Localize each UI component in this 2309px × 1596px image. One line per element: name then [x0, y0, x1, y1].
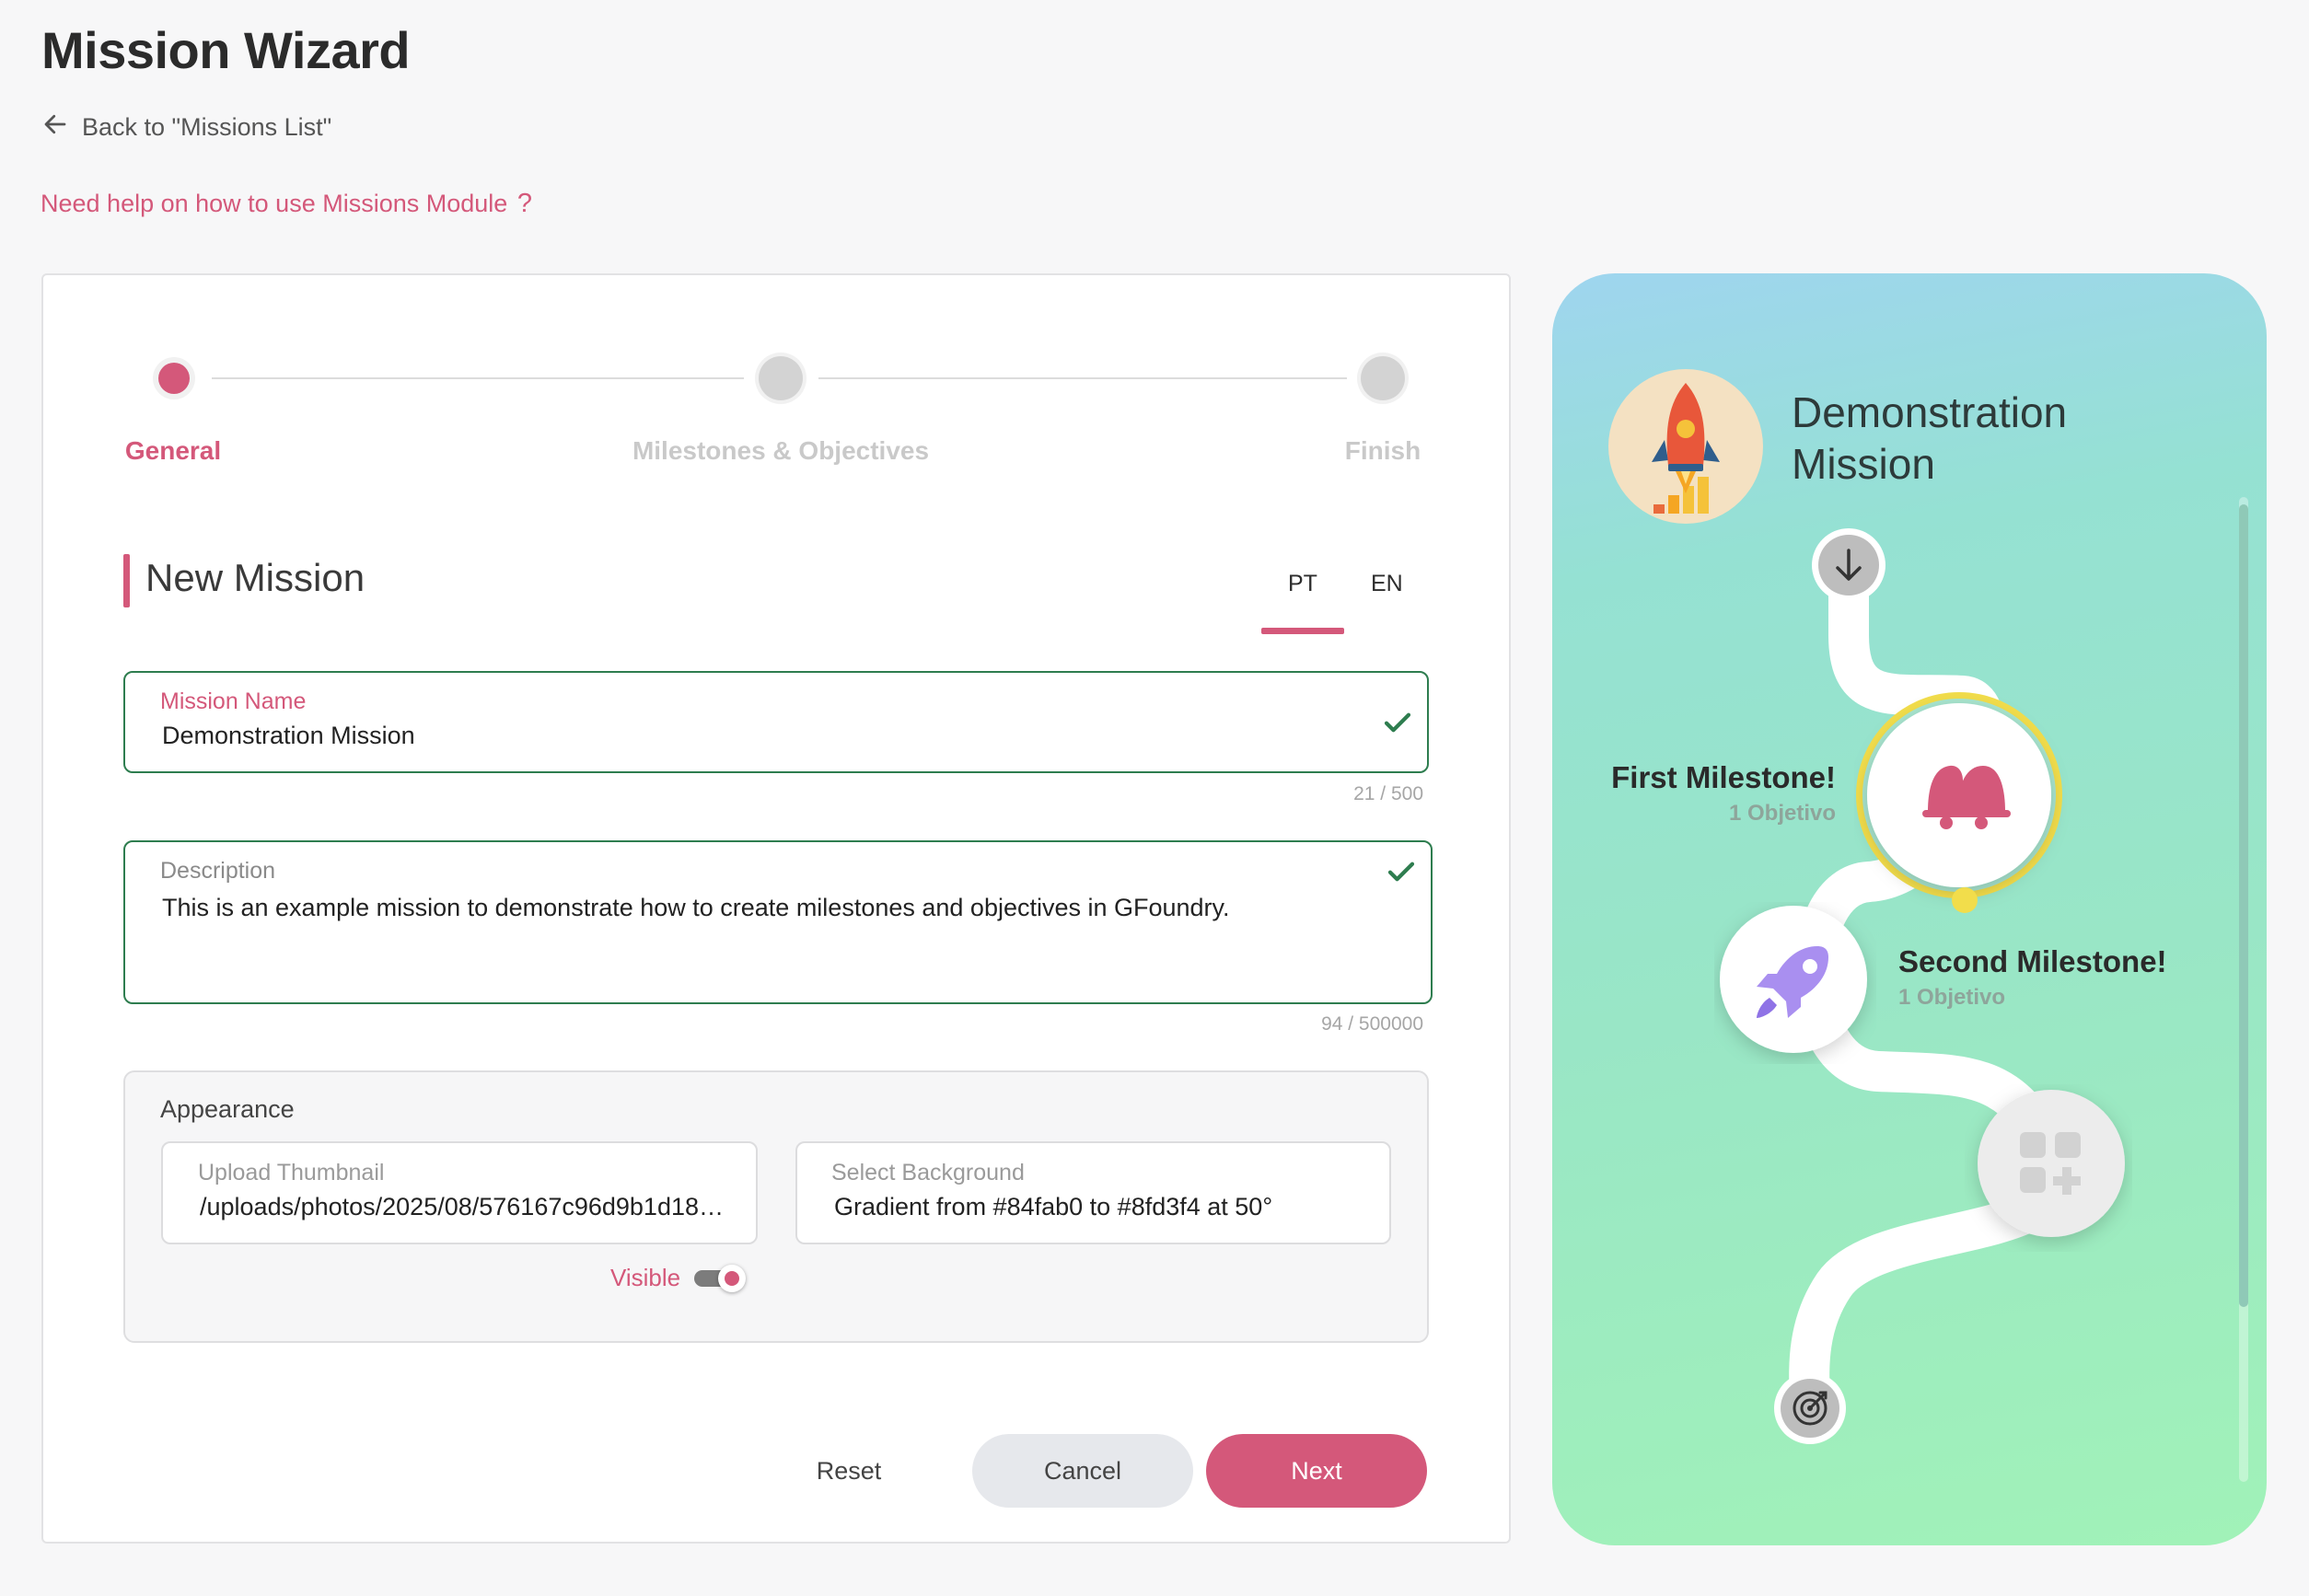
- milestone-node-1[interactable]: [1854, 677, 2094, 917]
- preview-title-line-2: Mission: [1792, 440, 1935, 488]
- add-milestone-node[interactable]: [1965, 1084, 2132, 1252]
- mission-thumbnail-rocket-icon: [1608, 369, 1763, 524]
- preview-mission-title: Demonstration Mission: [1792, 387, 2067, 490]
- preview-title-line-1: Demonstration: [1792, 388, 2068, 436]
- milestone-1-title: First Milestone!: [1611, 760, 1836, 794]
- milestone-2-subtitle: 1 Objetivo: [1898, 985, 2006, 1010]
- milestone-1-subtitle: 1 Objetivo: [1728, 801, 1836, 826]
- milestone-node-2[interactable]: [1714, 902, 1876, 1064]
- target-icon: [1774, 1372, 1846, 1444]
- arrow-down-icon: [1812, 528, 1885, 602]
- milestone-2-title: Second Milestone!: [1898, 944, 2167, 978]
- preview-scrollbar-thumb[interactable]: [2239, 504, 2248, 1307]
